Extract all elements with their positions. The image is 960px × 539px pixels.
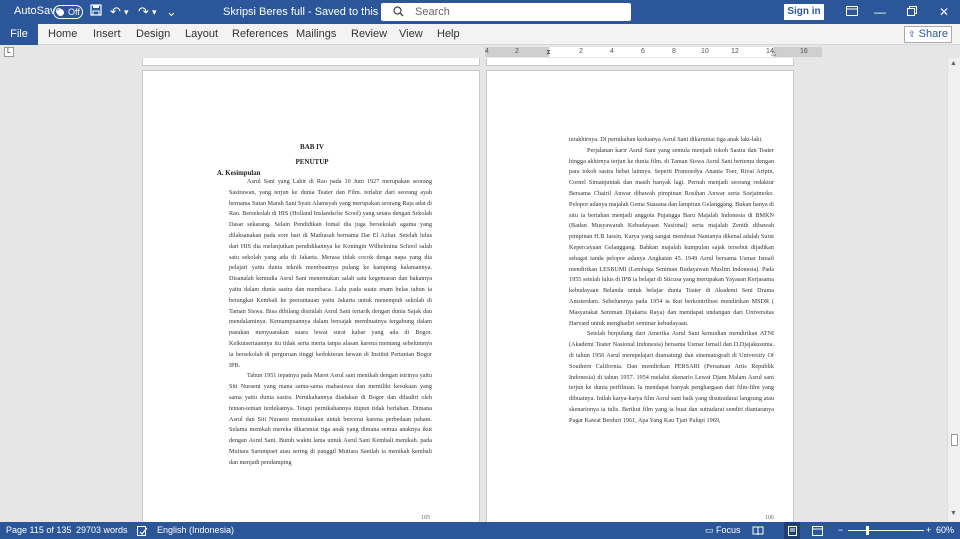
tab-selector[interactable]: L xyxy=(4,47,14,57)
paragraph: Tahun 1951 tepatnya pada Maret Asrul san… xyxy=(229,372,432,466)
undo-dropdown-icon[interactable]: ▾ xyxy=(124,4,129,20)
previous-page-bottom xyxy=(142,58,480,66)
ruler-number: 12 xyxy=(731,48,739,55)
scroll-thumb[interactable] xyxy=(951,434,958,446)
autosave-toggle[interactable]: Off xyxy=(53,5,83,19)
scroll-down-icon[interactable]: ▼ xyxy=(950,510,957,517)
focus-button[interactable]: ▭ Focus xyxy=(705,522,741,539)
zoom-in-button[interactable]: + xyxy=(926,522,931,539)
ruler-number: 4 xyxy=(610,48,614,55)
save-icon[interactable] xyxy=(90,4,102,20)
tab-help[interactable]: Help xyxy=(437,24,460,45)
redo-dropdown-icon[interactable]: ▾ xyxy=(152,4,157,20)
tab-layout[interactable]: Layout xyxy=(185,24,218,45)
tab-review[interactable]: Review xyxy=(351,24,387,45)
ruler-number: 10 xyxy=(701,48,709,55)
ribbon-tabs: File Home Insert Design Layout Reference… xyxy=(0,24,960,45)
sign-in-button[interactable]: Sign in xyxy=(784,4,824,20)
tab-file[interactable]: File xyxy=(0,24,38,45)
ruler-number: 4 xyxy=(485,48,489,55)
search-placeholder: Search xyxy=(415,6,450,18)
minimize-icon[interactable]: — xyxy=(870,4,890,20)
title-bar: AutoSave Off ↶ ▾ ↷ ▾ ⌄ Skripsi Beres ful… xyxy=(0,0,960,24)
undo-icon[interactable]: ↶ xyxy=(110,4,121,20)
right-indent-marker-icon[interactable]: △ xyxy=(771,50,776,58)
customize-icon[interactable]: ⌄ xyxy=(166,4,177,20)
page-number: 105 xyxy=(421,515,430,521)
tab-mailings[interactable]: Mailings xyxy=(296,24,336,45)
page-body: Asrul Sani yang Lahir di Rao pada 10 Jun… xyxy=(229,177,432,495)
page-indicator[interactable]: Page 115 of 135 xyxy=(6,522,71,539)
scroll-up-icon[interactable]: ▲ xyxy=(950,60,957,67)
redo-icon[interactable]: ↷ xyxy=(138,4,149,20)
page-number: 106 xyxy=(765,515,774,521)
paragraph: Asrul Sani yang Lahir di Rao pada 10 Jun… xyxy=(229,178,432,369)
word-count[interactable]: 29703 words xyxy=(76,522,128,539)
status-bar: Page 115 of 135 29703 words English (Ind… xyxy=(0,522,960,539)
share-icon: ⇪ xyxy=(908,29,916,39)
ruler-number: 16 xyxy=(800,48,808,55)
share-button[interactable]: ⇪ Share xyxy=(904,26,952,43)
previous-page-bottom xyxy=(486,58,794,66)
ribbon-display-icon[interactable] xyxy=(842,4,862,20)
section-heading: A. Kesimpulan xyxy=(217,170,261,177)
tab-references[interactable]: References xyxy=(232,24,288,45)
focus-icon: ▭ xyxy=(705,525,714,535)
tab-view[interactable]: View xyxy=(399,24,423,45)
ruler-row: L 4 2 2 4 6 8 10 12 14 16 ⧗ △ xyxy=(0,46,960,58)
tab-home[interactable]: Home xyxy=(48,24,77,45)
document-canvas[interactable]: BAB IV PENUTUP A. Kesimpulan Asrul Sani … xyxy=(0,58,947,522)
chapter-heading: BAB IV xyxy=(300,143,324,151)
print-layout-icon[interactable] xyxy=(784,522,800,539)
horizontal-ruler[interactable]: 4 2 2 4 6 8 10 12 14 16 ⧗ △ xyxy=(485,47,822,57)
zoom-percent[interactable]: 60% xyxy=(936,522,954,539)
paragraph: terakhirnya. Di pernikahan keduanya Asru… xyxy=(569,136,763,143)
tab-design[interactable]: Design xyxy=(136,24,170,45)
vertical-scrollbar[interactable]: ▲ ▼ xyxy=(947,58,960,522)
search-input[interactable]: Search xyxy=(381,3,631,21)
ruler-number: 6 xyxy=(641,48,645,55)
ruler-right-margin xyxy=(773,47,822,57)
restore-icon[interactable] xyxy=(902,4,922,20)
page-106[interactable]: terakhirnya. Di pernikahan keduanya Asru… xyxy=(486,70,794,522)
search-icon xyxy=(393,3,404,22)
ruler-number: 8 xyxy=(672,48,676,55)
zoom-slider-thumb[interactable] xyxy=(866,526,869,535)
tab-insert[interactable]: Insert xyxy=(93,24,121,45)
page-body: terakhirnya. Di pernikahan keduanya Asru… xyxy=(569,135,774,495)
web-layout-icon[interactable] xyxy=(812,522,823,539)
close-icon[interactable]: ✕ xyxy=(934,4,954,20)
ruler-number: 2 xyxy=(515,48,519,55)
zoom-slider[interactable] xyxy=(848,530,924,531)
paragraph: Perjalanan karir Asrul Sani yang semula … xyxy=(569,146,774,327)
proofing-icon[interactable] xyxy=(137,522,148,539)
language-indicator[interactable]: English (Indonesia) xyxy=(157,522,234,539)
chapter-title: PENUTUP xyxy=(295,158,329,166)
page-105[interactable]: BAB IV PENUTUP A. Kesimpulan Asrul Sani … xyxy=(142,70,480,522)
paragraph: Setelah berpulang dari Amerika Asrul San… xyxy=(569,330,774,424)
zoom-out-button[interactable]: − xyxy=(838,522,843,539)
read-mode-icon[interactable] xyxy=(752,522,764,539)
indent-marker-icon[interactable]: ⧗ xyxy=(546,49,551,57)
ruler-number: 2 xyxy=(579,48,583,55)
